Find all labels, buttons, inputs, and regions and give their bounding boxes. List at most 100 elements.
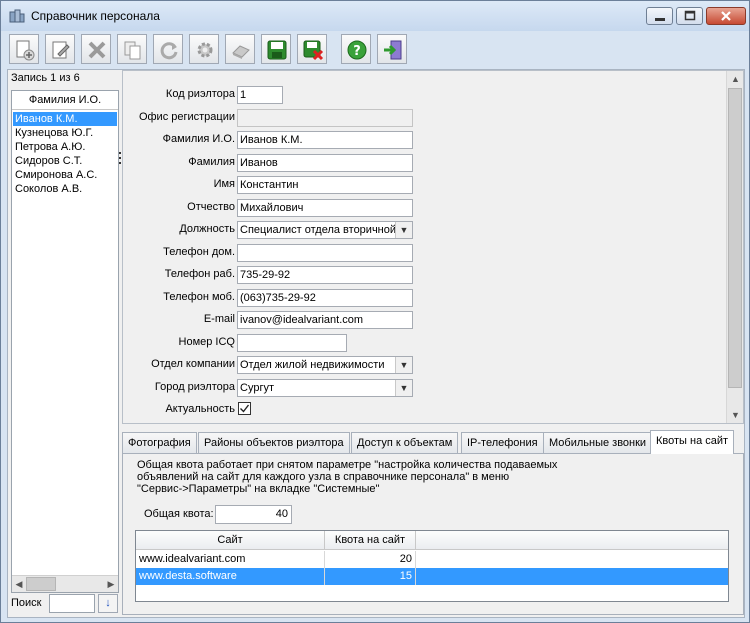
surname-field[interactable]: Иванов (237, 154, 413, 172)
row-department: Отдел компании (123, 356, 235, 374)
arrow-down-icon: ↓ (105, 597, 111, 609)
full-name-field[interactable]: Иванов К.М. (237, 131, 413, 149)
row-city: Город риэлтора (123, 379, 235, 397)
scroll-right-icon[interactable]: ▶ (104, 578, 118, 590)
column-header-quota[interactable]: Квота на сайт (325, 531, 416, 550)
site-cell[interactable]: www.idealvariant.com (136, 551, 325, 568)
minimize-button[interactable] (646, 7, 673, 25)
scroll-thumb[interactable] (26, 577, 56, 591)
search-next-button[interactable]: ↓ (98, 594, 118, 613)
chevron-down-icon[interactable]: ▼ (395, 222, 412, 238)
chevron-down-icon[interactable]: ▼ (395, 380, 412, 396)
quota-cell[interactable]: 20 (325, 551, 416, 568)
employee-form: Код риэлтора 1 Офис регистрации Фамилия … (122, 70, 744, 424)
office-field[interactable] (237, 109, 413, 127)
list-item[interactable]: Соколов А.В. (13, 182, 117, 196)
quota-info-text: Общая квота работает при снятом параметр… (137, 459, 607, 495)
list-item[interactable]: Иванов К.М. (13, 112, 117, 126)
icq-field[interactable] (237, 334, 347, 352)
position-combo[interactable]: Специалист отдела вторичной ▼ (237, 221, 413, 239)
scroll-left-icon[interactable]: ◀ (12, 578, 26, 590)
active-checkbox[interactable] (238, 402, 251, 415)
info-line: "Сервис->Параметры" на вкладке "Системны… (137, 483, 380, 495)
position-value: Специалист отдела вторичной (240, 224, 397, 236)
position-label: Должность (179, 223, 235, 235)
row-full-name: Фамилия И.О. (123, 131, 235, 149)
tab-site-quotas[interactable]: Квоты на сайт (650, 430, 735, 454)
client-area: Запись 1 из 6 Фамилия И.О. Иванов К.М. К… (7, 69, 745, 618)
email-label: E-mail (203, 313, 235, 325)
quota-grid[interactable]: Сайт Квота на сайт www.idealvariant.com … (135, 530, 729, 602)
full-name-label: Фамилия И.О. (162, 133, 235, 145)
horizontal-splitter[interactable] (428, 425, 442, 446)
edit-button[interactable] (45, 34, 75, 64)
employee-list[interactable]: Фамилия И.О. Иванов К.М. Кузнецова Ю.Г. … (11, 90, 119, 593)
form-vertical-scrollbar[interactable]: ▲ ▼ (726, 71, 743, 423)
window-title: Справочник персонала (31, 9, 160, 23)
close-button[interactable] (706, 7, 746, 25)
city-value: Сургут (240, 382, 274, 394)
copy-button[interactable] (117, 34, 147, 64)
scroll-down-icon[interactable]: ▼ (727, 407, 744, 423)
close-icon (721, 11, 731, 21)
realtor-code-field[interactable]: 1 (237, 86, 283, 104)
save-button[interactable] (261, 34, 291, 64)
list-item[interactable]: Кузнецова Ю.Г. (13, 126, 117, 140)
list-horizontal-scrollbar[interactable]: ◀ ▶ (12, 575, 118, 592)
list-item[interactable]: Сидоров С.Т. (13, 154, 117, 168)
column-header-site[interactable]: Сайт (136, 531, 325, 550)
first-name-field[interactable]: Константин (237, 176, 413, 194)
office-label: Офис регистрации (138, 111, 235, 123)
delete-button[interactable] (81, 34, 111, 64)
help-button[interactable]: ? (341, 34, 371, 64)
tab-realtor-districts[interactable]: Районы объектов риэлтора (198, 432, 350, 454)
row-email: E-mail (123, 311, 235, 329)
phone-mobile-field[interactable]: (063)735-29-92 (237, 289, 413, 307)
edit-icon (52, 41, 70, 59)
exit-button[interactable] (377, 34, 407, 64)
refresh-button[interactable] (153, 34, 183, 64)
info-line: объявлений на сайт для каждого узла в сп… (137, 471, 510, 483)
minimize-icon (654, 18, 665, 21)
department-combo[interactable]: Отдел жилой недвижимости ▼ (237, 356, 413, 374)
app-icon (9, 9, 25, 23)
search-input[interactable] (49, 594, 95, 613)
table-row[interactable]: www.idealvariant.com 20 (136, 551, 728, 568)
tab-ip-telephony[interactable]: IP-телефония (461, 432, 544, 454)
save-icon (267, 40, 287, 60)
eraser-button[interactable] (225, 34, 255, 64)
phone-work-field[interactable]: 735-29-92 (237, 266, 413, 284)
row-office: Офис регистрации (123, 109, 235, 127)
tab-mobile-calls[interactable]: Мобильные звонки (543, 432, 653, 454)
chevron-down-icon[interactable]: ▼ (395, 357, 412, 373)
total-quota-field[interactable]: 40 (215, 505, 292, 524)
city-combo[interactable]: Сургут ▼ (237, 379, 413, 397)
department-label: Отдел компании (151, 358, 235, 370)
scroll-up-icon[interactable]: ▲ (727, 71, 744, 87)
table-row[interactable]: www.desta.software 15 (136, 568, 728, 585)
save-close-button[interactable] (297, 34, 327, 64)
phone-home-field[interactable] (237, 244, 413, 262)
patronymic-label: Отчество (187, 201, 235, 213)
help-icon: ? (347, 40, 367, 60)
tab-photo[interactable]: Фотография (122, 432, 197, 454)
list-item[interactable]: Смиронова А.С. (13, 168, 117, 182)
tab-object-access[interactable]: Доступ к объектам (351, 432, 459, 454)
phone-work-label: Телефон раб. (164, 268, 235, 280)
quota-cell[interactable]: 15 (325, 568, 416, 585)
refresh-icon (160, 42, 178, 60)
list-column-header[interactable]: Фамилия И.О. (12, 91, 118, 110)
total-quota-label: Общая квота: (144, 508, 214, 520)
settings-button[interactable] (189, 34, 219, 64)
title-bar: Справочник персонала (1, 1, 749, 31)
phone-home-label: Телефон дом. (163, 246, 235, 258)
patronymic-field[interactable]: Михайлович (237, 199, 413, 217)
email-field[interactable]: ivanov@idealvariant.com (237, 311, 413, 329)
maximize-icon (684, 10, 695, 21)
first-name-label: Имя (213, 178, 235, 190)
scroll-thumb[interactable] (728, 88, 742, 388)
site-cell[interactable]: www.desta.software (136, 568, 325, 585)
list-item[interactable]: Петрова А.Ю. (13, 140, 117, 154)
add-record-button[interactable] (9, 34, 39, 64)
maximize-button[interactable] (676, 7, 703, 25)
